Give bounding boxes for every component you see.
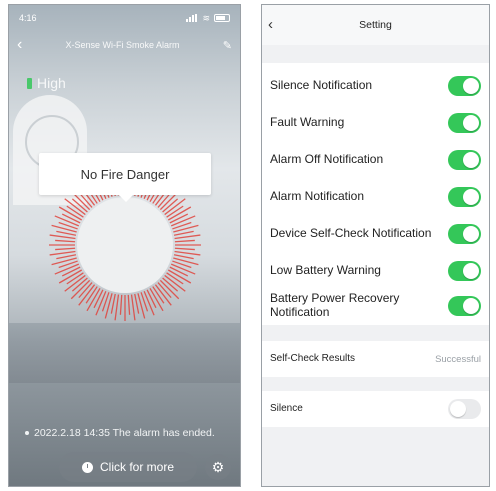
- toggle-row-silence-notification[interactable]: Silence Notification: [262, 69, 489, 102]
- ring-tick: [137, 293, 146, 319]
- ring-tick: [56, 230, 77, 236]
- ring-tick: [127, 294, 131, 315]
- status-bubble-text: No Fire Danger: [80, 166, 170, 182]
- ring-tick: [55, 247, 76, 251]
- gear-icon: ⚙: [211, 458, 225, 475]
- ring-tick: [174, 250, 201, 256]
- self-check-results-row[interactable]: Self-Check Results Successful: [262, 341, 489, 377]
- clock-icon: [81, 461, 93, 473]
- toggle-row-alarm-notification[interactable]: Alarm Notification: [262, 180, 489, 213]
- toggle-switch[interactable]: [448, 260, 481, 281]
- ring-tick: [174, 247, 195, 251]
- ring-tick: [56, 254, 77, 260]
- pencil-icon[interactable]: ✎: [223, 39, 232, 52]
- ring-tick: [173, 230, 194, 236]
- event-dot: [25, 431, 29, 435]
- silence-group: Silence: [262, 391, 489, 427]
- toggle-label: Alarm Notification: [270, 188, 365, 203]
- ring-tick: [104, 293, 113, 319]
- device-title: X-Sense Wi-Fi Smoke Alarm: [65, 40, 180, 50]
- toggle-switch[interactable]: [448, 149, 481, 170]
- toggle-label: Fault Warning: [270, 114, 345, 129]
- ring-tick: [114, 294, 120, 321]
- toggle-label: Alarm Off Notification: [270, 151, 384, 166]
- ring-tick: [110, 293, 116, 314]
- cellular-signal-icon: [186, 14, 198, 22]
- settings-nav: ‹ Setting: [262, 5, 489, 45]
- silence-label: Silence: [270, 403, 303, 415]
- ring-tick: [169, 266, 189, 277]
- ring-tick: [61, 266, 81, 277]
- toggle-switch[interactable]: [448, 186, 481, 207]
- level-indicator: High: [27, 75, 66, 91]
- toggle-switch[interactable]: [448, 295, 481, 316]
- settings-screen: ‹ Setting Silence Notification Fault War…: [261, 4, 490, 487]
- ring-tick: [173, 254, 194, 260]
- ring-tick: [173, 257, 199, 266]
- status-icons: ≋: [186, 13, 230, 24]
- status-bar: 4:16 ≋: [9, 5, 240, 31]
- click-for-more-button[interactable]: Click for more: [59, 452, 197, 482]
- toggle-switch[interactable]: [448, 223, 481, 244]
- ring-tick: [49, 250, 76, 256]
- toggle-row-alarm-off-notification[interactable]: Alarm Off Notification: [262, 143, 489, 176]
- ring-tick: [130, 294, 136, 321]
- ring-tick: [146, 289, 157, 309]
- ring-tick: [93, 289, 104, 309]
- settings-gear-button[interactable]: ⚙: [205, 454, 231, 480]
- notification-group: Silence Notification Fault Warning Alarm…: [262, 63, 489, 325]
- ring-tick: [174, 239, 195, 243]
- silence-row[interactable]: Silence: [262, 391, 489, 427]
- self-check-group: Self-Check Results Successful: [262, 341, 489, 377]
- ring-tick: [174, 234, 201, 240]
- ring-tick: [49, 234, 76, 240]
- detector-disc: [77, 197, 173, 293]
- toggle-row-fault-warning[interactable]: Fault Warning: [262, 106, 489, 139]
- status-bubble: No Fire Danger: [39, 153, 211, 202]
- alarm-home-screen: 4:16 ≋ ‹ X-Sense Wi-Fi Smoke Alarm ✎ Hig…: [8, 4, 241, 487]
- toggle-label: Silence Notification: [270, 77, 373, 92]
- ring-tick: [51, 224, 77, 233]
- toggle-switch[interactable]: [448, 75, 481, 96]
- self-check-value: Successful: [435, 353, 481, 365]
- back-chevron-icon[interactable]: ‹: [268, 16, 273, 33]
- toggle-label: Battery Power Recovery Notification: [270, 290, 400, 319]
- toggle-label: Device Self-Check Notification: [270, 225, 432, 240]
- ring-tick: [173, 224, 199, 233]
- toggle-switch[interactable]: [448, 112, 481, 133]
- status-time: 4:16: [19, 13, 37, 23]
- silence-toggle[interactable]: [448, 399, 481, 419]
- ring-tick: [51, 257, 77, 266]
- ring-tick: [61, 213, 81, 224]
- toggle-row-low-battery-warning[interactable]: Low Battery Warning: [262, 254, 489, 287]
- toggle-label: Low Battery Warning: [270, 262, 381, 277]
- ring-tick: [134, 293, 140, 314]
- ring-tick: [119, 294, 123, 315]
- top-nav: ‹ X-Sense Wi-Fi Smoke Alarm ✎: [9, 33, 240, 57]
- level-label: High: [37, 75, 66, 91]
- click-for-more-label: Click for more: [99, 460, 174, 474]
- toggle-row-device-self-check-notification[interactable]: Device Self-Check Notification: [262, 217, 489, 250]
- self-check-label: Self-Check Results: [270, 353, 356, 365]
- ring-tick: [55, 239, 76, 243]
- level-bar: [27, 77, 32, 89]
- last-event-text: 2022.2.18 14:35 The alarm has ended.: [34, 427, 215, 439]
- battery-icon: [214, 14, 230, 22]
- toggle-row-battery-power-recovery-notification[interactable]: Battery Power Recovery Notification: [262, 289, 489, 322]
- settings-title: Setting: [359, 19, 392, 31]
- wifi-icon: ≋: [202, 12, 210, 23]
- ring-tick: [169, 213, 189, 224]
- background-sofa: [9, 323, 240, 383]
- last-event: 2022.2.18 14:35 The alarm has ended.: [25, 427, 215, 439]
